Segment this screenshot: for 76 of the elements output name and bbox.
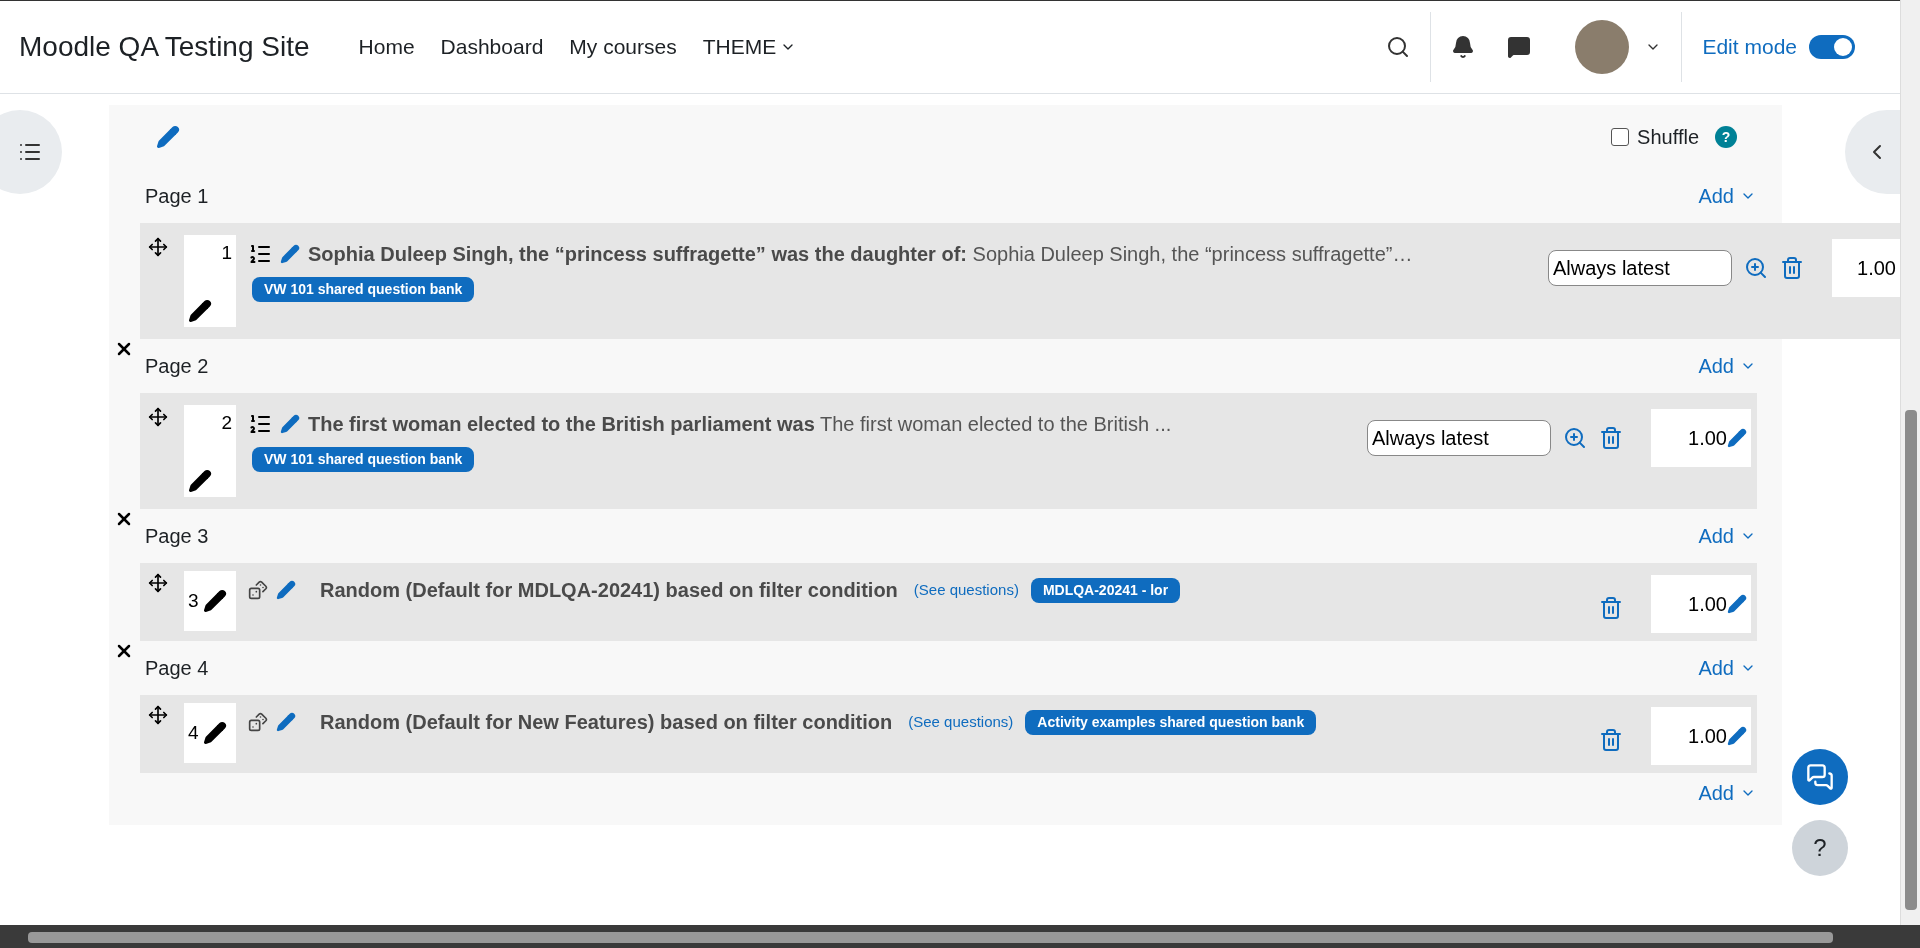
search-icon[interactable] xyxy=(1386,35,1411,59)
shuffle-checkbox[interactable] xyxy=(1611,128,1630,146)
nav-link[interactable]: Home xyxy=(358,31,415,63)
edit-pencil-icon[interactable] xyxy=(202,721,227,745)
nav-link[interactable]: My courses xyxy=(569,31,677,63)
course-index-toggle[interactable] xyxy=(0,110,62,194)
nav-link[interactable]: THEME xyxy=(702,31,797,63)
shuffle-label: Shuffle xyxy=(1637,125,1699,150)
question-bank-tag: VW 101 shared question bank xyxy=(252,447,475,472)
edit-icon[interactable] xyxy=(276,712,296,732)
delete-icon[interactable] xyxy=(1780,256,1804,280)
edit-icon[interactable] xyxy=(276,580,296,600)
delete-icon[interactable] xyxy=(1599,596,1623,620)
edit-mark-icon[interactable] xyxy=(1727,594,1747,614)
dice-icon xyxy=(248,580,268,600)
help-button[interactable]: ? xyxy=(1792,820,1848,876)
edit-icon[interactable] xyxy=(280,244,300,264)
nav-link[interactable]: Dashboard xyxy=(440,31,544,63)
vertical-scrollbar[interactable] xyxy=(1900,0,1920,925)
edit-pencil-icon[interactable] xyxy=(202,589,227,613)
question-number: 2 xyxy=(221,411,232,435)
question-type-icon xyxy=(248,242,272,266)
page-label: Page 2 xyxy=(145,354,209,379)
mark-value: 1.00 xyxy=(1688,592,1727,617)
edit-icon[interactable] xyxy=(280,414,300,434)
add-menu-link[interactable]: Add xyxy=(1698,521,1756,551)
question-number: 4 xyxy=(188,720,199,745)
page-label: Page 1 xyxy=(145,184,209,209)
move-icon[interactable] xyxy=(148,705,168,725)
mark-value: 1.00 xyxy=(1688,724,1727,749)
see-questions-link[interactable]: (See questions) xyxy=(908,710,1014,734)
chat-bubbles-icon xyxy=(1806,763,1834,791)
site-name[interactable]: Moodle QA Testing Site xyxy=(19,26,310,68)
move-icon[interactable] xyxy=(148,573,168,593)
preview-zoom-icon[interactable] xyxy=(1563,426,1587,450)
add-menu-link[interactable]: Add xyxy=(1698,351,1756,381)
see-questions-link[interactable]: (See questions) xyxy=(913,578,1019,602)
help-icon[interactable]: ? xyxy=(1715,126,1737,148)
page-label: Page 3 xyxy=(145,524,209,549)
preview-zoom-icon[interactable] xyxy=(1744,256,1768,280)
question-bank-tag: Activity examples shared question bank xyxy=(1025,709,1317,735)
question-text: The first woman elected to the British parliament was The first woman elected to the British ... xyxy=(308,412,1172,437)
add-menu-link[interactable]: Add xyxy=(1698,181,1756,211)
question-number: 3 xyxy=(188,588,199,613)
mark-value: 1.00 xyxy=(1857,256,1896,281)
dice-icon xyxy=(248,712,268,732)
question-text: Sophia Duleep Singh, the “princess suffragette” was the daughter of: Sophia Duleep Singh, the “princess suffragette”… xyxy=(308,242,1413,267)
edit-pencil-icon[interactable] xyxy=(188,299,212,323)
delete-icon[interactable] xyxy=(1599,728,1623,752)
edit-mode-label: Edit mode xyxy=(1702,34,1797,61)
edit-pencil-icon[interactable] xyxy=(188,469,212,493)
delete-icon[interactable] xyxy=(1599,426,1623,450)
messages-icon[interactable] xyxy=(1507,35,1532,59)
user-avatar[interactable] xyxy=(1575,20,1630,74)
edit-heading-icon[interactable] xyxy=(156,125,180,149)
edit-mode-toggle[interactable] xyxy=(1809,35,1855,59)
question-title: Random (Default for New Features) based on filter condition xyxy=(320,710,893,735)
question-type-icon xyxy=(248,412,272,436)
edit-mark-icon[interactable] xyxy=(1727,726,1747,746)
chat-button[interactable] xyxy=(1792,749,1848,805)
mark-value: 1.00 xyxy=(1688,426,1727,451)
question-bank-tag: VW 101 shared question bank xyxy=(252,277,475,302)
question-bank-tag: MDLQA-20241 - lor xyxy=(1030,577,1181,603)
block-drawer-toggle[interactable] xyxy=(1845,110,1900,194)
move-icon[interactable] xyxy=(148,407,168,427)
horizontal-scrollbar[interactable] xyxy=(0,925,1920,948)
add-menu-link[interactable]: Add xyxy=(1698,653,1756,683)
edit-mark-icon[interactable] xyxy=(1727,428,1747,448)
notification-bell-icon[interactable] xyxy=(1451,35,1476,59)
page-label: Page 4 xyxy=(145,656,209,681)
move-icon[interactable] xyxy=(148,237,168,257)
question-number: 1 xyxy=(221,241,232,265)
question-title: Random (Default for MDLQA-20241) based on filter condition xyxy=(320,578,898,603)
version-select[interactable]: Always latest xyxy=(1367,420,1551,456)
add-menu-link[interactable]: Add xyxy=(1698,778,1756,808)
version-select[interactable]: Always latest xyxy=(1548,250,1732,286)
